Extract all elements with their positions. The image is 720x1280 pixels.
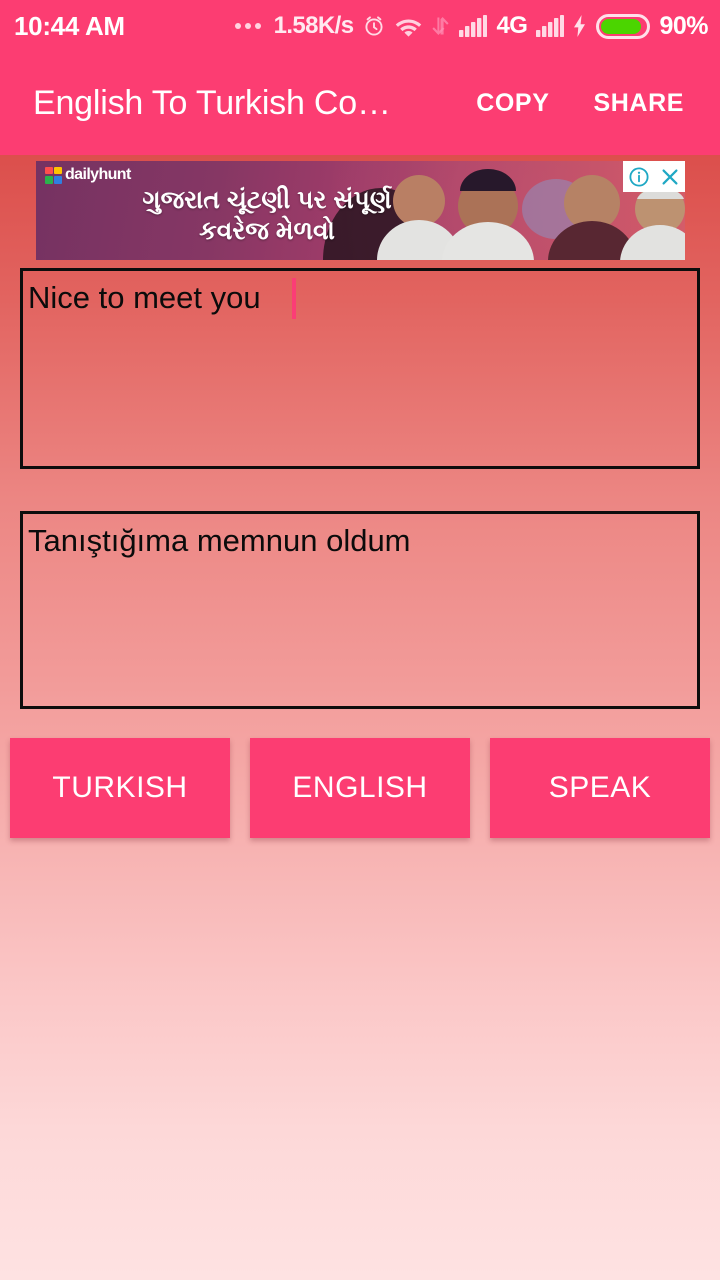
app-bar: English To Turkish Co… COPY SHARE <box>0 52 720 155</box>
action-button-row: TURKISH ENGLISH SPEAK <box>0 738 720 838</box>
network-type-label: 4G <box>496 12 528 39</box>
ad-headline: ગુજરાત ચૂંટણી પર સંપૂર્ણ કવરેજ મેળવો <box>36 185 456 247</box>
translated-text-output[interactable] <box>20 511 700 709</box>
translate-to-english-button[interactable]: ENGLISH <box>250 738 470 838</box>
more-dots-icon <box>234 23 261 29</box>
source-text-input[interactable] <box>20 268 700 469</box>
alarm-clock-icon <box>362 14 386 38</box>
data-transfer-icon <box>431 15 450 37</box>
text-caret <box>292 278 296 319</box>
ad-headline-line-2: કવરેજ મેળવો <box>199 217 335 245</box>
ad-info-icon[interactable] <box>623 161 654 192</box>
ad-close-icon[interactable] <box>654 161 685 192</box>
ad-network-logo: dailyhunt <box>45 166 131 184</box>
signal-bars-icon-2 <box>536 15 565 37</box>
wifi-icon <box>395 15 422 37</box>
copy-button[interactable]: COPY <box>476 89 549 118</box>
share-button[interactable]: SHARE <box>593 89 684 118</box>
signal-bars-icon <box>459 15 488 37</box>
ad-banner[interactable]: dailyhunt ગુજરાત ચૂંટણી પર સંપૂર્ણ કવરેજ… <box>36 161 685 260</box>
status-bar: 10:44 AM 1.58K/s 4G 90% <box>0 0 720 52</box>
network-speed-label: 1.58K/s <box>273 12 354 39</box>
ad-network-name: dailyhunt <box>65 166 131 183</box>
ad-controls <box>623 161 685 192</box>
ad-headline-line-1: ગુજરાત ચૂંટણી પર સંપૂર્ણ <box>142 186 392 214</box>
page-title: English To Turkish Co… <box>33 84 391 122</box>
app-bar-actions: COPY SHARE <box>476 89 696 118</box>
status-icons: 1.58K/s 4G 90% <box>234 11 708 41</box>
battery-icon <box>596 13 651 39</box>
status-time: 10:44 AM <box>14 10 125 41</box>
translate-to-turkish-button[interactable]: TURKISH <box>10 738 230 838</box>
speak-button[interactable]: SPEAK <box>490 738 710 838</box>
charging-bolt-icon <box>573 15 587 37</box>
battery-percent-label: 90% <box>659 11 708 40</box>
dailyhunt-logo-icon <box>45 166 62 184</box>
